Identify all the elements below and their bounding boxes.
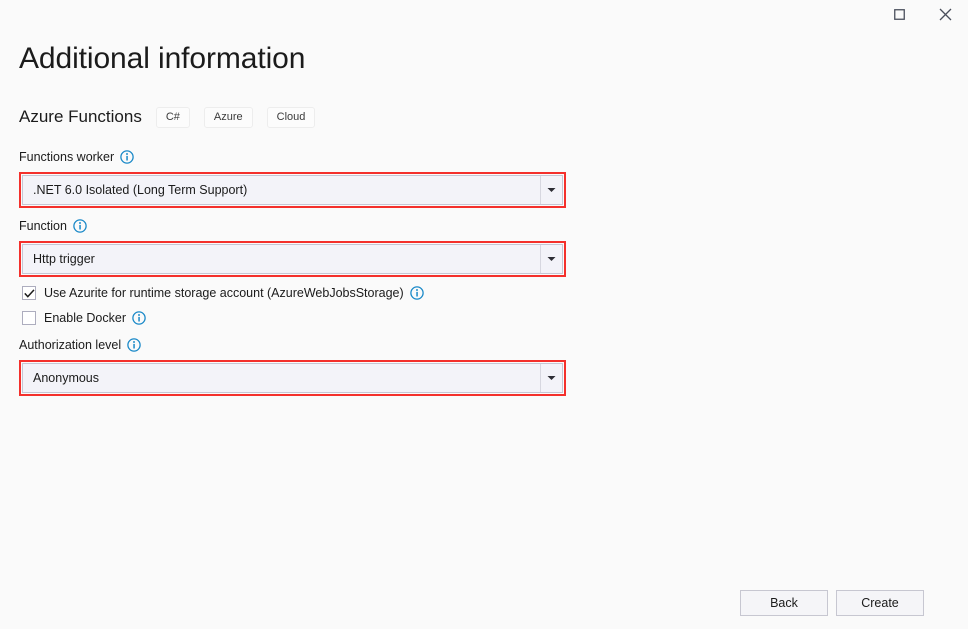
enable-docker-checkbox-row[interactable]: Enable Docker [22, 310, 146, 326]
back-button[interactable]: Back [740, 590, 828, 616]
authorization-level-label: Authorization level [19, 337, 141, 353]
authorization-level-label-text: Authorization level [19, 337, 121, 353]
use-azurite-checkbox[interactable] [22, 286, 36, 300]
window-titlebar [0, 0, 968, 28]
create-button[interactable]: Create [836, 590, 924, 616]
tag-language: C# [156, 107, 190, 128]
function-value: Http trigger [33, 251, 540, 267]
enable-docker-checkbox[interactable] [22, 311, 36, 325]
project-type-label: Azure Functions [19, 107, 142, 127]
use-azurite-checkbox-row[interactable]: Use Azurite for runtime storage account … [22, 285, 424, 301]
enable-docker-label: Enable Docker [44, 310, 126, 326]
functions-worker-value: .NET 6.0 Isolated (Long Term Support) [33, 182, 540, 198]
info-icon[interactable] [132, 311, 146, 325]
function-label-text: Function [19, 218, 67, 234]
info-icon[interactable] [73, 219, 87, 233]
info-icon[interactable] [120, 150, 134, 164]
functions-worker-label: Functions worker [19, 149, 134, 165]
function-label: Function [19, 218, 87, 234]
chevron-down-icon[interactable] [540, 176, 562, 204]
project-type-row: Azure Functions C# Azure Cloud [19, 104, 315, 130]
use-azurite-label: Use Azurite for runtime storage account … [44, 285, 404, 301]
function-combobox[interactable]: Http trigger [22, 244, 563, 274]
maximize-icon [894, 9, 905, 20]
close-icon [939, 8, 952, 21]
additional-information-dialog: Additional information Azure Functions C… [0, 0, 968, 629]
maximize-button[interactable] [876, 0, 922, 28]
tag-platform: Azure [204, 107, 253, 128]
info-icon[interactable] [127, 338, 141, 352]
close-button[interactable] [922, 0, 968, 28]
page-title: Additional information [19, 38, 305, 80]
info-icon[interactable] [410, 286, 424, 300]
chevron-down-icon[interactable] [540, 245, 562, 273]
functions-worker-label-text: Functions worker [19, 149, 114, 165]
check-icon [24, 289, 35, 298]
authorization-level-combobox[interactable]: Anonymous [22, 363, 563, 393]
chevron-down-icon[interactable] [540, 364, 562, 392]
tag-category: Cloud [267, 107, 316, 128]
authorization-level-value: Anonymous [33, 370, 540, 386]
functions-worker-combobox[interactable]: .NET 6.0 Isolated (Long Term Support) [22, 175, 563, 205]
